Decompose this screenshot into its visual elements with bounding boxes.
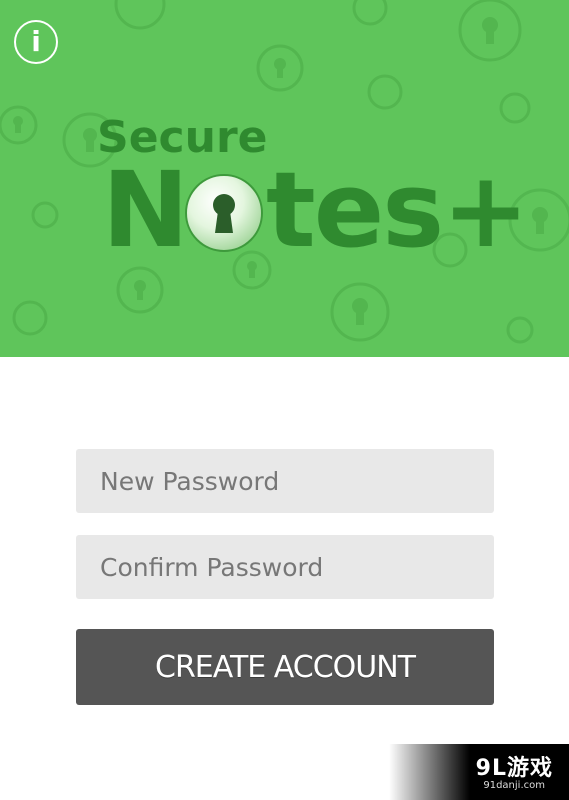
app-logo: Secure N tes+ (0, 0, 569, 357)
header-banner: i Secure N tes+ (0, 0, 569, 357)
logo-text-n: N (102, 149, 190, 271)
new-password-input[interactable] (76, 449, 494, 513)
watermark-text: 9L游戏 (475, 756, 553, 781)
watermark: 9L游戏 91danji.com (389, 744, 569, 800)
create-account-button[interactable]: CREATE ACCOUNT (76, 629, 494, 705)
watermark-site: 91danji.com (483, 780, 545, 791)
logo-text-tes: tes+ (266, 149, 529, 271)
keyhole-icon (185, 174, 263, 252)
confirm-password-input[interactable] (76, 535, 494, 599)
create-account-form: CREATE ACCOUNT (76, 449, 494, 705)
